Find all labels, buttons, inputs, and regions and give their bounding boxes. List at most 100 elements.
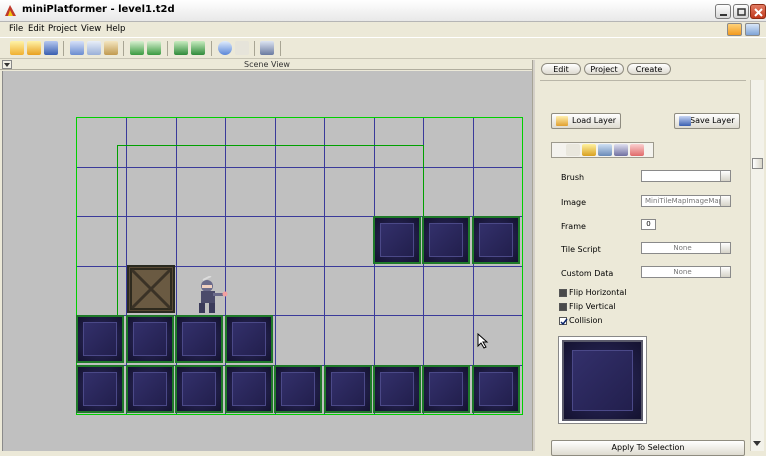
tile-block[interactable] <box>225 365 273 413</box>
tile-preview <box>558 336 647 424</box>
menu-bar: File Edit Project View Help <box>0 22 766 37</box>
collision-checkbox[interactable] <box>559 317 568 326</box>
eyedropper-tool-icon[interactable] <box>614 144 628 156</box>
menu-help[interactable]: Help <box>106 24 125 34</box>
scene-view-header: Scene View <box>0 60 534 70</box>
tile-block[interactable] <box>76 315 124 363</box>
pencil-tool-icon[interactable] <box>582 144 596 156</box>
save-icon <box>679 116 691 126</box>
folder-open-green-icon[interactable] <box>191 41 205 55</box>
load-layer-button[interactable]: Load Layer <box>551 113 621 129</box>
tile-block[interactable] <box>175 365 223 413</box>
save-layer-label: Save Layer <box>690 116 735 125</box>
selection-outline <box>117 145 118 318</box>
tab-project[interactable]: Project <box>584 63 624 75</box>
paste-icon[interactable] <box>104 41 118 55</box>
fill-tool-icon[interactable] <box>598 144 612 156</box>
tile-script-value: None <box>673 244 692 252</box>
brush-select[interactable] <box>641 170 731 182</box>
menu-edit[interactable]: Edit <box>28 24 44 34</box>
scene-view-title: Scene View <box>244 60 290 69</box>
properties-scrollbar[interactable] <box>750 80 764 451</box>
chevron-down-icon <box>720 243 730 253</box>
edit-panel: Load Layer Save Layer Brush Image MiniTi… <box>540 80 746 456</box>
close-button[interactable] <box>750 4 766 19</box>
copy-icon[interactable] <box>87 41 101 55</box>
flip-vertical-checkbox[interactable] <box>559 303 567 311</box>
app-icon <box>4 4 17 17</box>
folder-green-icon[interactable] <box>174 41 188 55</box>
redo-icon[interactable] <box>147 41 161 55</box>
image-select[interactable]: MiniTileMapImageMap <box>641 195 731 207</box>
save-icon[interactable] <box>44 41 58 55</box>
menu-file[interactable]: File <box>9 24 23 34</box>
toolbar-separator <box>211 41 212 56</box>
tile-block[interactable] <box>126 315 174 363</box>
tile-block[interactable] <box>76 365 124 413</box>
tile-block[interactable] <box>324 365 372 413</box>
chevron-down-icon <box>720 171 730 181</box>
load-layer-label: Load Layer <box>572 116 617 125</box>
undo-icon[interactable] <box>130 41 144 55</box>
tile-block[interactable] <box>472 365 520 413</box>
toolbar <box>0 37 766 59</box>
select-tool-icon[interactable] <box>566 144 580 156</box>
folder-icon <box>556 116 568 126</box>
pointer-icon[interactable] <box>235 41 249 55</box>
toolbar-separator <box>63 41 64 56</box>
chevron-down-icon <box>720 267 730 277</box>
frame-label: Frame <box>561 222 586 231</box>
tab-edit[interactable]: Edit <box>541 63 581 75</box>
toolbar-separator <box>167 41 168 56</box>
panel-splitter[interactable] <box>532 60 535 451</box>
tile-block[interactable] <box>373 216 421 264</box>
selection-outline <box>423 145 424 216</box>
toolbar-separator <box>254 41 255 56</box>
selection-outline <box>117 145 424 148</box>
save-layer-button[interactable]: Save Layer <box>674 113 740 129</box>
title-bar: miniPlatformer - level1.t2d <box>0 0 766 22</box>
flip-horizontal-checkbox[interactable] <box>559 289 567 297</box>
apply-to-selection-button[interactable]: Apply To Selection <box>551 440 745 456</box>
flip-horizontal-label: Flip Horizontal <box>569 288 627 297</box>
tile-block[interactable] <box>225 315 273 363</box>
info-icon[interactable] <box>745 23 760 36</box>
mail-icon[interactable] <box>727 23 742 36</box>
tile-block[interactable] <box>373 365 421 413</box>
tile-block[interactable] <box>422 365 470 413</box>
tile-block[interactable] <box>422 216 470 264</box>
custom-data-label: Custom Data <box>561 269 614 278</box>
play-icon[interactable] <box>218 41 232 55</box>
tile-script-select[interactable]: None <box>641 242 731 254</box>
tile-block[interactable] <box>472 216 520 264</box>
ninja-sprite[interactable] <box>189 275 235 316</box>
maximize-button[interactable] <box>733 4 749 19</box>
scroll-down-icon[interactable] <box>752 439 763 449</box>
windows-icon[interactable] <box>260 41 274 55</box>
menu-project[interactable]: Project <box>48 24 77 34</box>
cut-icon[interactable] <box>70 41 84 55</box>
minimize-button[interactable] <box>715 4 731 19</box>
image-label: Image <box>561 198 587 207</box>
scene-view[interactable] <box>2 71 532 451</box>
new-file-icon[interactable] <box>10 41 24 55</box>
tile-block[interactable] <box>175 315 223 363</box>
custom-data-select[interactable]: None <box>641 266 731 278</box>
crate-tile[interactable] <box>127 265 175 313</box>
brush-label: Brush <box>561 173 585 182</box>
tile-script-label: Tile Script <box>561 245 601 254</box>
scrollbar-thumb[interactable] <box>752 158 763 169</box>
toolbar-separator <box>123 41 124 56</box>
menu-view[interactable]: View <box>81 24 101 34</box>
open-folder-icon[interactable] <box>27 41 41 55</box>
tab-create[interactable]: Create <box>627 63 671 75</box>
tile-preview-image <box>562 340 643 421</box>
toolbar-separator <box>280 41 281 56</box>
brush-tool-strip <box>551 142 654 158</box>
tile-block[interactable] <box>274 365 322 413</box>
tile-block[interactable] <box>126 365 174 413</box>
frame-input[interactable]: 0 <box>641 219 656 230</box>
eraser-tool-icon[interactable] <box>630 144 644 156</box>
grid-line <box>77 167 522 168</box>
properties-panel: Edit Project Create Load Layer Save Laye… <box>536 60 766 456</box>
